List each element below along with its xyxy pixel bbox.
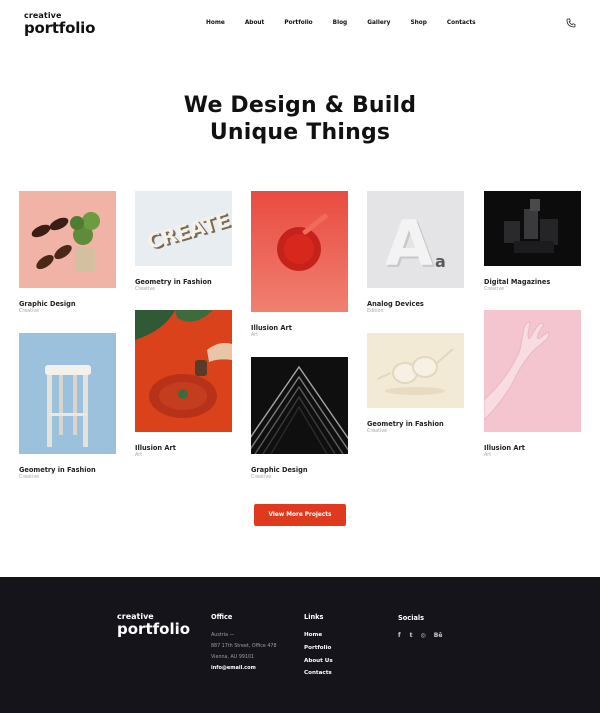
- logo-line2: portfolio: [24, 19, 96, 37]
- footer-logo[interactable]: creative portfolio: [117, 613, 190, 637]
- nav-portfolio[interactable]: Portfolio: [284, 20, 312, 26]
- footer-email[interactable]: info@email.com: [211, 665, 256, 671]
- project-title: Geometry in Fashion: [367, 420, 444, 428]
- footer-logo-line2: portfolio: [117, 620, 191, 638]
- project-title: Digital Magazines: [484, 278, 551, 286]
- hero-line2: Unique Things: [209, 120, 391, 145]
- project-image[interactable]: [135, 310, 232, 432]
- nav-shop[interactable]: Shop: [410, 20, 426, 26]
- project-title: Illusion Art: [484, 444, 525, 452]
- nav-contacts[interactable]: Contacts: [447, 20, 476, 26]
- project-tag: Creative: [367, 429, 388, 434]
- nav-about[interactable]: About: [245, 20, 265, 26]
- svg-text:a: a: [435, 252, 446, 271]
- links-title: Links: [304, 613, 324, 621]
- project-title: Analog Devices: [367, 300, 424, 308]
- site-footer: creative portfolio Office Austria — 887 …: [0, 577, 600, 713]
- footer-link-portfolio[interactable]: Portfolio: [304, 645, 331, 651]
- office-line: Austria —: [211, 633, 235, 638]
- project-tag: Creative: [135, 287, 156, 292]
- project-tag: Edition: [367, 309, 384, 314]
- project-image[interactable]: [484, 310, 581, 432]
- site-header: creative portfolio Home About Portfolio …: [0, 0, 600, 52]
- project-tag: Creative: [19, 475, 40, 480]
- hero-title: We Design & Build Unique Things: [0, 92, 600, 146]
- project-tag: Art: [484, 453, 492, 458]
- project-title: Illusion Art: [135, 444, 176, 452]
- project-image[interactable]: [19, 191, 116, 288]
- project-image[interactable]: A A a: [367, 191, 464, 288]
- project-tag: Art: [251, 333, 259, 338]
- nav-blog[interactable]: Blog: [333, 20, 348, 26]
- project-title: Illusion Art: [251, 324, 292, 332]
- project-image[interactable]: [484, 191, 581, 266]
- social-icons: f t ◎ Bē: [398, 632, 442, 639]
- project-image[interactable]: [251, 191, 348, 312]
- nav-gallery[interactable]: Gallery: [367, 20, 390, 26]
- footer-link-contacts[interactable]: Contacts: [304, 670, 332, 676]
- site-logo[interactable]: creative portfolio: [24, 12, 95, 36]
- phone-icon[interactable]: [566, 18, 576, 28]
- behance-icon[interactable]: Bē: [434, 632, 443, 639]
- main-nav: Home About Portfolio Blog Gallery Shop C…: [206, 20, 496, 26]
- nav-home[interactable]: Home: [206, 20, 225, 26]
- office-line: 887 17th Street, Office 478: [211, 644, 277, 649]
- project-title: Geometry in Fashion: [19, 466, 96, 474]
- project-tag: Creative: [251, 475, 272, 480]
- facebook-icon[interactable]: f: [398, 632, 401, 639]
- view-more-projects-button[interactable]: View More Projects: [254, 504, 346, 526]
- socials-title: Socials: [398, 614, 425, 622]
- project-tag: Art: [135, 453, 143, 458]
- project-image[interactable]: CREATE CREATE: [135, 191, 232, 266]
- hero-line1: We Design & Build: [183, 93, 417, 118]
- instagram-icon[interactable]: ◎: [421, 632, 426, 639]
- project-title: Graphic Design: [251, 466, 308, 474]
- project-image[interactable]: [19, 333, 116, 454]
- svg-text:CREATE: CREATE: [144, 207, 232, 253]
- project-image[interactable]: [367, 333, 464, 408]
- office-line: Vienna, AU 99101: [211, 655, 255, 660]
- footer-link-home[interactable]: Home: [304, 632, 322, 638]
- svg-text:A: A: [385, 207, 433, 280]
- twitter-icon[interactable]: t: [410, 632, 413, 639]
- project-image[interactable]: [251, 357, 348, 454]
- project-title: Geometry in Fashion: [135, 278, 212, 286]
- footer-link-about-us[interactable]: About Us: [304, 658, 333, 664]
- office-title: Office: [211, 613, 233, 621]
- project-title: Graphic Design: [19, 300, 76, 308]
- project-tag: Creative: [484, 287, 505, 292]
- project-tag: Creative: [19, 309, 40, 314]
